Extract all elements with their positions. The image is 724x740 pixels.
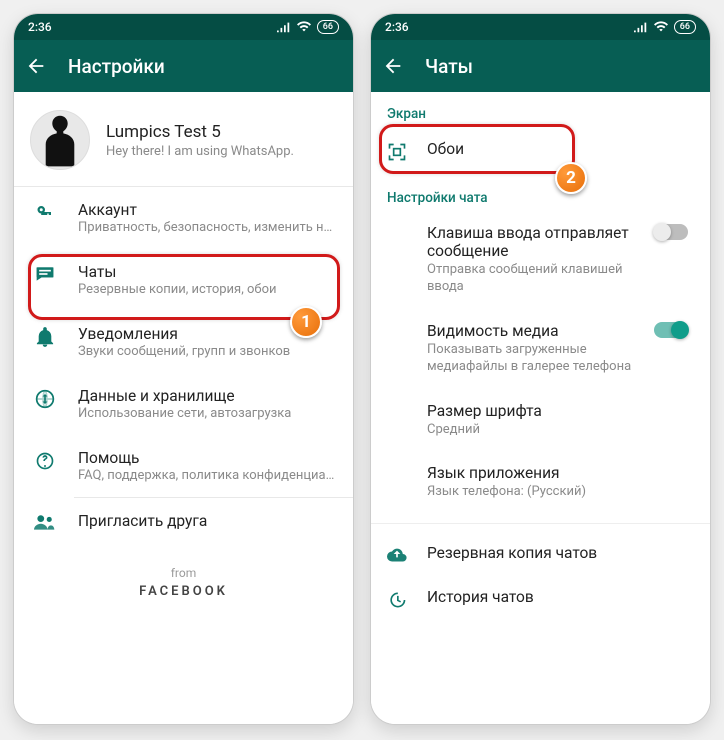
settings-item-invite[interactable]: Пригласить друга — [14, 498, 353, 544]
row-app-language[interactable]: Язык приложения Язык телефона: (Русский) — [371, 452, 710, 515]
item-sub: Использование сети, автозагрузка — [78, 406, 335, 421]
settings-item-notifications[interactable]: Уведомления Звуки сообщений, групп и зво… — [14, 311, 353, 373]
section-chat-settings: Настройки чата — [371, 176, 710, 212]
row-sub: Средний — [427, 422, 684, 439]
back-button[interactable] — [22, 52, 50, 80]
cloud-upload-icon — [387, 546, 407, 562]
row-sub: Язык телефона: (Русский) — [427, 484, 684, 501]
app-bar: Чаты — [371, 40, 710, 92]
status-icons: 66 — [277, 20, 339, 34]
item-sub: FAQ, поддержка, политика конфиденциальн.… — [78, 468, 335, 483]
status-bar: 2:36 66 — [371, 14, 710, 40]
app-bar: Настройки — [14, 40, 353, 92]
row-wallpaper[interactable]: Обои — [371, 128, 710, 176]
back-button[interactable] — [379, 52, 407, 80]
footer-brand: from FACEBOOK — [14, 544, 353, 615]
item-sub: Звуки сообщений, групп и звонков — [78, 344, 335, 359]
row-title: Размер шрифта — [427, 402, 684, 420]
history-icon — [387, 590, 407, 610]
bell-icon — [36, 327, 54, 347]
status-time: 2:36 — [28, 20, 52, 34]
status-icons: 66 — [634, 20, 696, 34]
arrow-left-icon — [382, 55, 404, 77]
row-title: Видимость медиа — [427, 322, 644, 340]
switch-enter-send[interactable] — [654, 224, 688, 240]
item-title: Уведомления — [78, 325, 335, 343]
row-title: Язык приложения — [427, 464, 684, 482]
page-title: Настройки — [68, 55, 165, 78]
signal-icon — [277, 21, 291, 33]
chat-icon — [35, 265, 55, 283]
help-icon — [35, 451, 55, 471]
section-screen: Экран — [371, 92, 710, 128]
settings-item-account[interactable]: Аккаунт Приватность, безопасность, измен… — [14, 187, 353, 249]
row-font-size[interactable]: Размер шрифта Средний — [371, 390, 710, 453]
arrow-left-icon — [25, 55, 47, 77]
settings-item-chats[interactable]: Чаты Резервные копии, история, обои — [14, 249, 353, 311]
item-sub: Резервные копии, история, обои — [78, 282, 335, 297]
profile-name: Lumpics Test 5 — [106, 122, 294, 142]
signal-icon — [634, 21, 648, 33]
row-sub: Отправка сообщений клавишей ввода — [427, 262, 644, 296]
profile-status: Hey there! I am using WhatsApp. — [106, 144, 294, 159]
item-title: Помощь — [78, 449, 335, 467]
status-time: 2:36 — [385, 20, 409, 34]
page-title: Чаты — [425, 55, 473, 78]
data-icon — [35, 389, 55, 409]
battery-icon: 66 — [317, 20, 339, 34]
phone-left: 2:36 66 Настройки Lumpics Test 5 Hey the… — [14, 14, 353, 724]
row-sub: Показывать загруженные медиафайлы в гале… — [427, 342, 644, 376]
phone-right: 2:36 66 Чаты Экран Обои Настройки чата К… — [371, 14, 710, 724]
row-backup[interactable]: Резервная копия чатов — [371, 532, 710, 576]
people-icon — [34, 514, 56, 530]
row-media-visibility[interactable]: Видимость медиа Показывать загруженные м… — [371, 310, 710, 390]
avatar — [30, 110, 90, 170]
battery-icon: 66 — [674, 20, 696, 34]
row-title: Клавиша ввода отправляет сообщение — [427, 224, 644, 260]
row-enter-send[interactable]: Клавиша ввода отправляет сообщение Отпра… — [371, 212, 710, 310]
row-title: Резервная копия чатов — [427, 544, 684, 562]
settings-item-data[interactable]: Данные и хранилище Использование сети, а… — [14, 373, 353, 435]
settings-content: Lumpics Test 5 Hey there! I am using Wha… — [14, 92, 353, 724]
item-title: Пригласить друга — [78, 512, 335, 530]
row-title: Обои — [427, 140, 684, 158]
row-title: История чатов — [427, 588, 684, 606]
settings-item-help[interactable]: Помощь FAQ, поддержка, политика конфиден… — [14, 435, 353, 497]
item-title: Чаты — [78, 263, 335, 281]
switch-media-visibility[interactable] — [654, 322, 688, 338]
row-history[interactable]: История чатов — [371, 576, 710, 624]
item-title: Аккаунт — [78, 201, 335, 219]
key-icon — [36, 203, 54, 221]
wallpaper-icon — [387, 142, 407, 162]
item-title: Данные и хранилище — [78, 387, 335, 405]
profile-row[interactable]: Lumpics Test 5 Hey there! I am using Wha… — [14, 92, 353, 186]
item-sub: Приватность, безопасность, изменить номе… — [78, 220, 335, 235]
wifi-icon — [654, 21, 668, 33]
wifi-icon — [297, 21, 311, 33]
chats-settings-content: Экран Обои Настройки чата Клавиша ввода … — [371, 92, 710, 724]
status-bar: 2:36 66 — [14, 14, 353, 40]
